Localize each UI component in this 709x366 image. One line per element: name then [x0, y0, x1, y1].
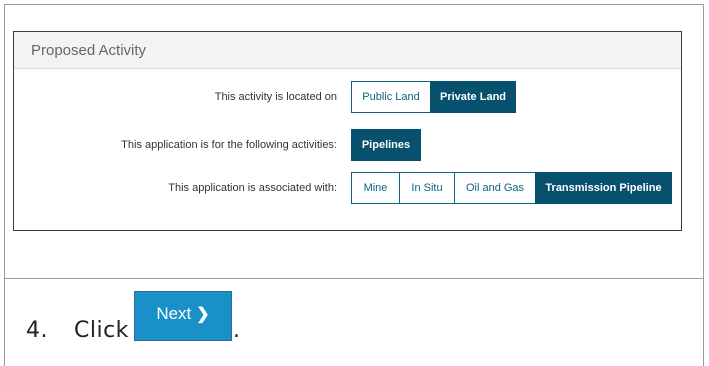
- oil-and-gas-button[interactable]: Oil and Gas: [454, 172, 536, 204]
- proposed-activity-panel: Proposed Activity This activity is locat…: [13, 31, 682, 231]
- associated-row: This application is associated with: Min…: [14, 172, 681, 204]
- instruction-period: .: [233, 318, 240, 343]
- associated-label: This application is associated with:: [168, 182, 337, 194]
- mine-button[interactable]: Mine: [351, 172, 400, 204]
- chevron-right-icon: ❯: [196, 305, 210, 323]
- instruction-step: 4. Click: [26, 318, 129, 343]
- panel-title: Proposed Activity: [14, 32, 681, 69]
- next-button[interactable]: Next ❯: [134, 291, 232, 341]
- activities-row: This application is for the following ac…: [14, 129, 681, 161]
- private-land-button[interactable]: Private Land: [430, 81, 516, 113]
- activities-toggle-group: Pipelines: [351, 129, 421, 161]
- step-number: 4.: [26, 318, 48, 343]
- in-situ-button[interactable]: In Situ: [399, 172, 455, 204]
- next-button-label: Next: [156, 303, 192, 323]
- step-text: Click: [74, 318, 129, 343]
- public-land-button[interactable]: Public Land: [351, 81, 431, 113]
- associated-toggle-group: Mine In Situ Oil and Gas Transmission Pi…: [351, 172, 672, 204]
- pipelines-button[interactable]: Pipelines: [351, 129, 421, 161]
- location-row: This activity is located on Public Land …: [14, 81, 681, 113]
- location-toggle-group: Public Land Private Land: [351, 81, 516, 113]
- location-label: This activity is located on: [214, 91, 337, 103]
- activities-label: This application is for the following ac…: [121, 139, 337, 151]
- transmission-pipeline-button[interactable]: Transmission Pipeline: [535, 172, 672, 204]
